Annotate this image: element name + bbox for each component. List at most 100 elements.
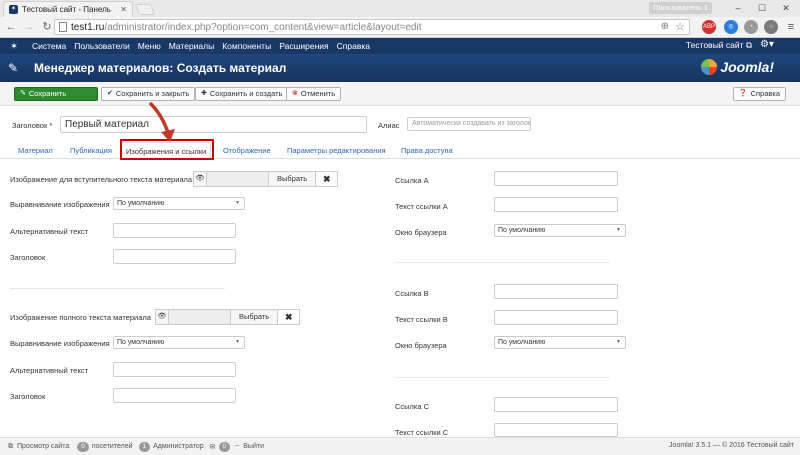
nav-item-help[interactable]: Справка [337,41,370,51]
help-button[interactable]: ❓ Справка [732,87,786,101]
title-label: Заголовок * [12,121,53,130]
link-a-window-label: Окно браузера [395,228,447,237]
dropdown-caret-icon: ▼ [235,200,240,206]
link-a-text-label: Текст ссылки A [395,202,448,211]
alias-label: Алиас [378,121,400,130]
link-a-text-input[interactable] [494,197,618,212]
section-divider [395,262,610,263]
intro-alt-input[interactable] [113,223,236,238]
tab-publishing[interactable]: Публикация [70,146,112,155]
full-align-select[interactable]: По умолчанию ▼ [113,336,245,349]
link-b-input[interactable] [494,284,618,299]
joomla-menu-logo-icon[interactable]: ✶ [4,41,24,52]
nav-item-menus[interactable]: Меню [138,41,161,51]
zoom-icon[interactable]: ⊕ [661,21,669,32]
preview-eye-icon[interactable]: 👁 [155,309,169,325]
save-and-new-button[interactable]: ✚ Сохранить и создать [195,87,289,101]
site-link[interactable]: Тестовый сайт ⧉ [686,40,752,51]
nav-item-system[interactable]: Система [32,41,66,51]
nav-item-extensions[interactable]: Расширения [279,41,328,51]
menu-icon[interactable]: ≡ [784,20,798,34]
link-c-text-input[interactable] [494,423,618,437]
view-site-link[interactable]: Просмотр сайта [17,443,69,450]
address-bar[interactable]: test1.ru/administrator/index.php?option=… [54,19,690,35]
intro-alt-label: Альтернативный текст [10,227,89,236]
forward-icon[interactable]: → [22,20,36,34]
message-icon: ✉ [209,443,216,451]
link-b-text-label: Текст ссылки B [395,315,448,324]
full-align-label: Выравнивание изображения [10,339,110,348]
visitors-count-badge: 0 [77,441,89,452]
full-image-clear-icon[interactable]: ✖ [278,309,301,325]
preview-eye-icon[interactable]: 👁 [193,171,207,187]
full-image-label: Изображение полного текста материала [10,313,151,322]
extension-gauge-icon[interactable]: ◔ [744,20,758,34]
status-bar: ⧉ Просмотр сайта 0 посетителей 1 Админис… [0,437,800,455]
full-image-select-button[interactable]: Выбрать [231,309,279,325]
tab-options[interactable]: Отображение [223,146,271,155]
alias-input[interactable]: Автоматически создавать из заголовка [407,117,531,131]
intro-image-clear-icon[interactable]: ✖ [316,171,339,187]
minimize-icon[interactable]: – [728,1,748,15]
link-c-input[interactable] [494,397,618,412]
cancel-button[interactable]: ⊗ Отменить [286,87,342,101]
extension-sync-icon[interactable]: ◎ [724,20,738,34]
extension-circle-icon[interactable]: ○ [764,20,778,34]
url-path: /administrator/index.php?option=com_cont… [104,21,422,33]
tab-content[interactable]: Материал [18,146,53,155]
link-a-input[interactable] [494,171,618,186]
intro-caption-label: Заголовок [10,253,46,262]
full-caption-input[interactable] [113,388,236,403]
browser-tab-bar: ✶ Тестовый сайт - Панель ✕ Пользователь … [0,0,800,17]
full-alt-input[interactable] [113,362,236,377]
logout-link[interactable]: Выйти [243,443,264,450]
nav-item-content[interactable]: Материалы [169,41,215,51]
joomla-favicon-icon: ✶ [9,5,18,14]
nav-item-users[interactable]: Пользователи [74,41,129,51]
admins-count-badge: 1 [138,441,151,452]
back-icon[interactable]: ← [4,20,18,34]
link-b-window-select[interactable]: По умолчанию ▼ [494,336,626,349]
maximize-icon[interactable]: ☐ [752,1,772,15]
browser-user-label[interactable]: Пользователь 1 [649,2,712,14]
visitors-label: посетителей [91,443,133,450]
link-c-label: Ссылка C [395,402,430,411]
intro-align-select[interactable]: По умолчанию ▼ [113,197,245,210]
joomla-logo-icon [701,59,718,75]
action-toolbar: ✎ Сохранить ✔ Сохранить и закрыть ✚ Сохрани… [0,82,800,106]
browser-tab[interactable]: ✶ Тестовый сайт - Панель ✕ [3,1,133,17]
tab-permissions[interactable]: Права доступа [401,146,453,155]
full-image-field: 👁 Выбрать ✖ [155,309,301,325]
save-icon: ✎ [20,90,26,97]
checkmark-icon: ✔ [107,90,113,97]
cancel-icon: ⊗ [292,90,298,97]
dropdown-caret-icon: ▼ [616,339,621,345]
admin-top-nav: ✶ Система Пользователи Меню Материалы Ко… [0,38,800,54]
new-tab-button[interactable] [134,4,156,15]
full-caption-label: Заголовок [10,392,46,401]
reload-icon[interactable]: ↻ [40,20,54,34]
url-host: test1.ru [71,21,105,33]
full-image-path [169,309,231,325]
intro-image-select-button[interactable]: Выбрать [269,171,317,187]
joomla-brand-logo: Joomla! [701,59,774,75]
pencil-icon: ✎ [8,61,19,75]
nav-item-components[interactable]: Компоненты [222,41,271,51]
browser-tab-title: Тестовый сайт - Панель [22,5,111,14]
save-and-close-button[interactable]: ✔ Сохранить и закрыть [101,87,196,101]
intro-caption-input[interactable] [113,249,236,264]
close-tab-icon[interactable]: ✕ [120,5,127,14]
window-close-icon[interactable]: ✕ [776,1,796,15]
bookmark-star-icon[interactable]: ☆ [675,20,685,33]
intro-image-label: Изображение для вступительного текста ма… [10,175,193,184]
link-b-text-input[interactable] [494,310,618,325]
link-a-window-select[interactable]: По умолчанию ▼ [494,224,626,237]
plus-icon: ✚ [201,90,207,97]
title-input[interactable]: Первый материал [60,116,367,133]
save-button[interactable]: ✎ Сохранить [14,87,98,101]
link-b-label: Ссылка B [395,289,429,298]
tab-editing-layout[interactable]: Параметры редактирования [287,146,386,155]
user-settings-gear-icon[interactable]: ⚙▾ [760,39,774,50]
copyright-text: Joomla! 3.5.1 — © 2016 Тестовый сайт [669,442,794,449]
adblock-icon[interactable]: ABP [702,20,716,34]
